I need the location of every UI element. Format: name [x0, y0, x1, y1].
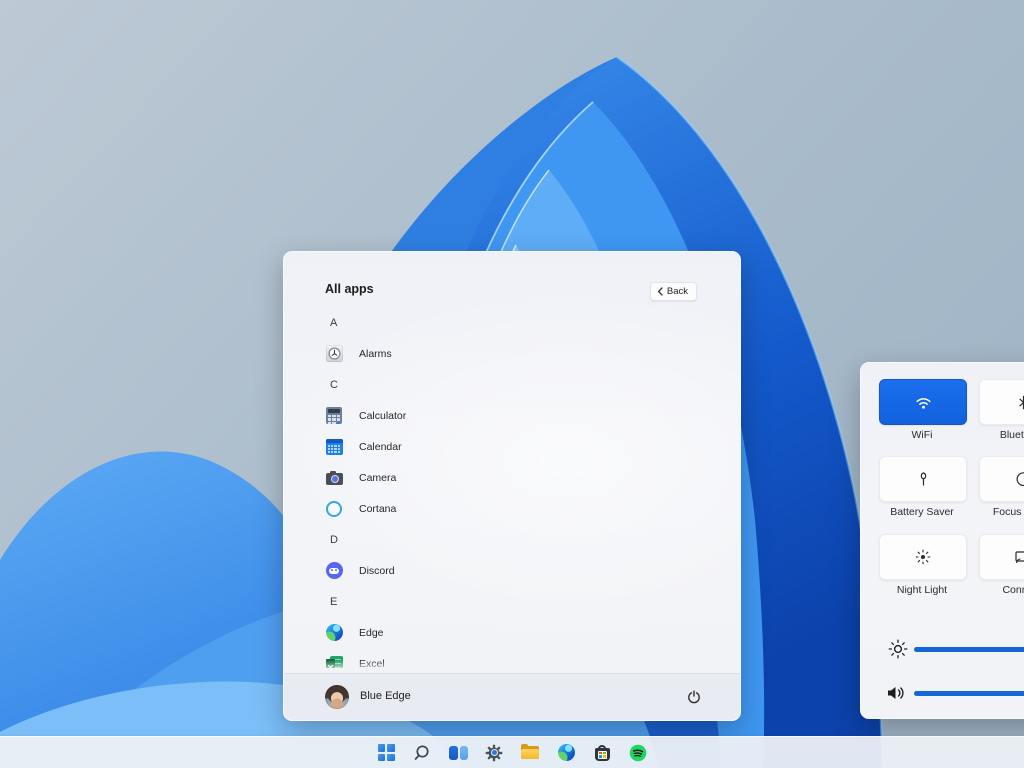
- discord-app-icon: [325, 562, 343, 580]
- app-label: Discord: [359, 565, 395, 577]
- app-label: Calendar: [359, 441, 402, 453]
- app-label: Calculator: [359, 410, 406, 422]
- brightness-slider[interactable]: [914, 647, 1024, 652]
- power-icon: [687, 690, 701, 704]
- wifi-tile[interactable]: [879, 379, 967, 425]
- volume-slider-row: [861, 682, 1024, 704]
- night-light-icon: [915, 549, 931, 565]
- power-button[interactable]: [686, 689, 702, 705]
- focus-assist-tile[interactable]: [979, 456, 1024, 502]
- user-bar: Blue Edge: [284, 673, 740, 720]
- battery-saver-tile[interactable]: [879, 456, 967, 502]
- app-row-alarms[interactable]: Alarms: [325, 338, 720, 369]
- wifi-label: WiFi: [879, 429, 965, 441]
- bluetooth-label: Bluetooth: [979, 429, 1024, 441]
- all-apps-title: All apps: [325, 282, 374, 296]
- battery-saver-label: Battery Saver: [879, 506, 965, 518]
- edge-icon: [558, 744, 575, 761]
- taskbar-store-button[interactable]: [592, 743, 612, 763]
- excel-app-icon: [325, 655, 343, 669]
- section-letter-c: C: [330, 379, 344, 391]
- app-row-cortana[interactable]: Cortana: [325, 493, 720, 524]
- focus-assist-icon: [1016, 472, 1024, 487]
- taskbar-task-view-button[interactable]: [448, 743, 468, 763]
- file-explorer-icon: [521, 746, 539, 759]
- quick-settings-panel: WiFi Bluetooth Battery Saver Focus assis…: [860, 362, 1024, 719]
- app-row-discord[interactable]: Discord: [325, 555, 720, 586]
- connect-tile[interactable]: [979, 534, 1024, 580]
- bluetooth-icon: [1018, 395, 1024, 410]
- back-button[interactable]: Back: [650, 282, 697, 301]
- brightness-slider-row: [861, 638, 1024, 660]
- app-label: Edge: [359, 627, 384, 639]
- spotify-icon: [629, 744, 647, 762]
- app-row-camera[interactable]: Camera: [325, 462, 720, 493]
- calculator-app-icon: [325, 407, 343, 425]
- section-letter-row[interactable]: D: [325, 524, 720, 555]
- edge-app-icon: [325, 624, 343, 642]
- bluetooth-tile[interactable]: [979, 379, 1024, 425]
- start-icon: [378, 744, 395, 761]
- section-letter-d: D: [330, 534, 344, 546]
- app-label: Camera: [359, 472, 396, 484]
- desktop: { "colors": { "accent_blue": "#1668e3", …: [0, 0, 1024, 768]
- back-button-label: Back: [667, 286, 688, 297]
- app-row-calendar[interactable]: Calendar: [325, 431, 720, 462]
- app-label: Cortana: [359, 503, 396, 515]
- camera-app-icon: [325, 469, 343, 487]
- taskbar: [0, 736, 1024, 768]
- focus-assist-label: Focus assist: [979, 506, 1024, 518]
- cortana-app-icon: [325, 500, 343, 518]
- volume-icon: [885, 682, 907, 704]
- alarms-app-icon: [325, 345, 343, 363]
- night-light-label: Night Light: [879, 584, 965, 596]
- connect-icon: [1015, 550, 1024, 564]
- user-name[interactable]: Blue Edge: [360, 690, 411, 702]
- calendar-app-icon: [325, 438, 343, 456]
- section-letter-a: A: [330, 317, 344, 329]
- night-light-tile[interactable]: [879, 534, 967, 580]
- app-row-edge[interactable]: Edge: [325, 617, 720, 648]
- app-list: A Alarms C Calculator: [325, 307, 720, 668]
- wifi-icon: [914, 395, 933, 410]
- taskbar-spotify-button[interactable]: [628, 743, 648, 763]
- app-label: Alarms: [359, 348, 392, 360]
- store-icon: [595, 745, 610, 761]
- taskbar-search-button[interactable]: [412, 743, 432, 763]
- app-label: Excel: [359, 658, 385, 669]
- chevron-left-icon: [657, 287, 663, 296]
- section-letter-e: E: [330, 596, 344, 608]
- brightness-icon: [887, 638, 909, 660]
- section-letter-row[interactable]: A: [325, 307, 720, 338]
- user-avatar[interactable]: [325, 685, 349, 709]
- start-menu-all-apps-panel: All apps Back A Alarms C: [283, 251, 741, 721]
- taskbar-edge-button[interactable]: [556, 743, 576, 763]
- app-row-calculator[interactable]: Calculator: [325, 400, 720, 431]
- section-letter-row[interactable]: C: [325, 369, 720, 400]
- taskbar-file-explorer-button[interactable]: [520, 743, 540, 763]
- app-row-excel[interactable]: Excel: [325, 648, 720, 668]
- taskbar-settings-button[interactable]: [484, 743, 504, 763]
- settings-icon: [485, 744, 503, 762]
- volume-slider[interactable]: [914, 691, 1024, 696]
- section-letter-row[interactable]: E: [325, 586, 720, 617]
- search-icon: [413, 744, 431, 762]
- task-view-icon: [449, 746, 468, 760]
- taskbar-start-button[interactable]: [376, 743, 396, 763]
- battery-saver-icon: [917, 471, 930, 487]
- connect-label: Connect: [979, 584, 1024, 596]
